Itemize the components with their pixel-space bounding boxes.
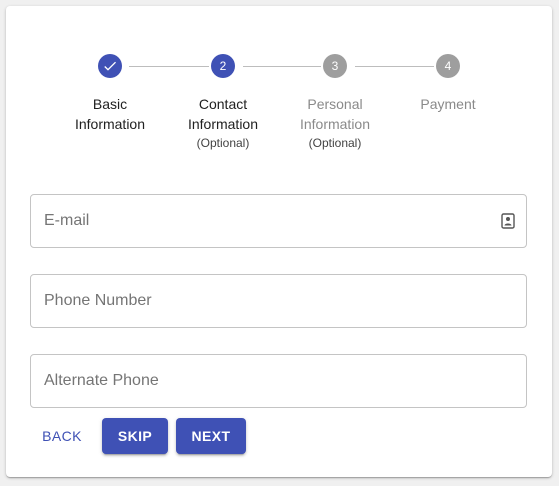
- step-optional-caption: (Optional): [308, 136, 362, 150]
- check-icon: [104, 61, 116, 71]
- step-icon-active: 2: [211, 54, 235, 78]
- step-label: Basic Information: [50, 94, 170, 134]
- step-icon-completed: [98, 54, 122, 78]
- step-label-line: Basic: [92, 96, 128, 112]
- contact-card-icon: [501, 213, 515, 229]
- alternate-phone-input[interactable]: [31, 355, 497, 407]
- phone-number-input[interactable]: [31, 275, 497, 327]
- stepper: Basic Information 2 Contact Information …: [6, 6, 552, 176]
- step-personal-information[interactable]: 3 Personal Information (Optional): [275, 54, 395, 150]
- email-input[interactable]: [31, 195, 497, 247]
- back-button[interactable]: Back: [32, 418, 92, 454]
- stepper-card: Basic Information 2 Contact Information …: [6, 6, 552, 477]
- skip-button[interactable]: Skip: [102, 418, 168, 454]
- step-contact-information[interactable]: 2 Contact Information (Optional): [163, 54, 283, 150]
- step-label: Payment: [388, 94, 508, 114]
- step-number: 3: [331, 59, 339, 73]
- step-icon-inactive: 3: [323, 54, 347, 78]
- step-label-line: Contact: [198, 96, 248, 112]
- step-number: 4: [444, 59, 452, 73]
- step-basic-information[interactable]: Basic Information: [50, 54, 170, 134]
- step-optional-caption: (Optional): [196, 136, 250, 150]
- step-icon-inactive: 4: [436, 54, 460, 78]
- step-label: Contact Information (Optional): [163, 94, 283, 150]
- step-label-line: Payment: [420, 96, 476, 112]
- phone-number-field[interactable]: [30, 274, 527, 328]
- step-payment[interactable]: 4 Payment: [388, 54, 508, 114]
- step-label-line: Personal: [307, 96, 363, 112]
- next-button[interactable]: Next: [176, 418, 246, 454]
- step-label-line: Information: [74, 116, 146, 132]
- step-label-line: Information: [299, 116, 371, 132]
- email-field[interactable]: [30, 194, 527, 248]
- alternate-phone-field[interactable]: [30, 354, 527, 408]
- step-number: 2: [219, 59, 227, 73]
- step-label: Personal Information (Optional): [275, 94, 395, 150]
- step-label-line: Information: [187, 116, 259, 132]
